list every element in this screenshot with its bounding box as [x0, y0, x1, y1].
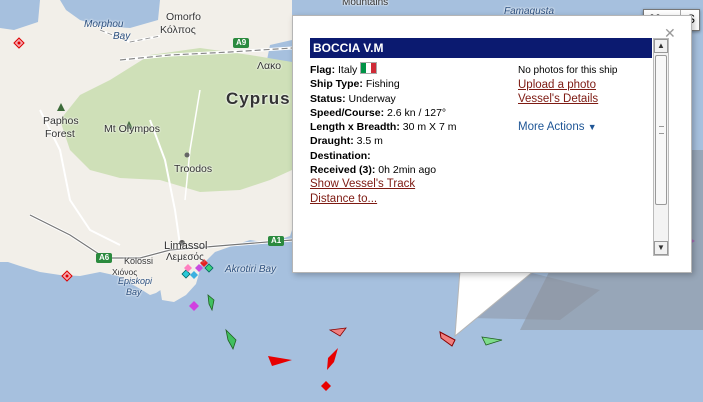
label-kolpos: Κόλπος: [160, 24, 196, 36]
label-episkopi-bay: Bay: [126, 287, 142, 297]
vessel-details-link[interactable]: Vessel's Details: [518, 92, 648, 106]
label-lako: Λακο: [257, 60, 282, 72]
status-value: Underway: [348, 92, 396, 105]
label-troodos: Troodos: [174, 163, 213, 175]
close-icon[interactable]: ✕: [664, 27, 676, 41]
received-row: Received (3): 0h 2min ago: [310, 163, 510, 177]
more-actions-label: More Actions: [518, 121, 585, 133]
label-mt-olympos: Mt Olympos: [104, 123, 161, 135]
label-omorfo: Omorfo: [166, 11, 202, 23]
vessel-name-title: BOCCIA V.M: [310, 38, 652, 58]
draught-label: Draught:: [310, 135, 354, 148]
dimensions-value: 30 m X 7 m: [402, 121, 457, 134]
troodos-marker: [184, 152, 190, 158]
label-morphou-bay: Bay: [113, 31, 131, 42]
draught-row: Draught: 3.5 m: [310, 134, 510, 148]
status-label: Status:: [310, 92, 346, 105]
label-kolossi: Kolossi: [124, 256, 154, 266]
dimensions-label: Length x Breadth:: [310, 121, 400, 134]
vessel-info-popup: BOCCIA V.M Flag: Italy Ship Type: Fishin…: [292, 15, 692, 273]
road-shield-a9: A9: [236, 38, 247, 47]
speed-course-label: Speed/Course:: [310, 106, 385, 119]
received-value: 0h 2min ago: [378, 164, 437, 177]
popup-scrollbar[interactable]: ▲ ▼: [653, 38, 669, 256]
label-paphos-forest: Forest: [45, 128, 75, 140]
no-photos-text: No photos for this ship: [518, 65, 618, 76]
label-mountains: Mountains: [342, 0, 389, 8]
italy-flag-icon: [360, 62, 378, 74]
upload-photo-link[interactable]: Upload a photo: [518, 78, 648, 92]
scroll-down-icon[interactable]: ▼: [654, 241, 668, 255]
label-episkopi: Episkopi: [118, 276, 153, 286]
road-shield-a6: A6: [99, 253, 110, 262]
vessel-details-list: Flag: Italy Ship Type: Fishing Status: U…: [310, 62, 510, 206]
label-paphos: Paphos: [43, 115, 79, 127]
ship-type-label: Ship Type:: [310, 78, 363, 91]
label-lemesos: Λεμεσός: [166, 252, 204, 263]
label-akrotiri-bay: Akrotiri Bay: [225, 264, 277, 275]
draught-value: 3.5 m: [356, 135, 383, 148]
show-vessel-track-link[interactable]: Show Vessel's Track: [310, 177, 510, 191]
destination-row: Destination:: [310, 149, 510, 163]
status-row: Status: Underway: [310, 92, 510, 106]
road-shield-a1: A1: [271, 236, 282, 245]
vessel-actions: No photos for this ship Upload a photo V…: [518, 64, 648, 134]
distance-to-link[interactable]: Distance to...: [310, 192, 510, 206]
label-cyprus: Cyprus: [226, 89, 291, 108]
ship-type-value: Fishing: [365, 78, 400, 91]
received-label: Received (3):: [310, 164, 376, 177]
ship-type-row: Ship Type: Fishing: [310, 77, 510, 91]
dimensions-row: Length x Breadth: 30 m X 7 m: [310, 120, 510, 134]
flag-label: Flag:: [310, 64, 336, 76]
flag-value: Italy: [338, 64, 358, 76]
flag-row: Flag: Italy: [310, 62, 510, 77]
speed-course-row: Speed/Course: 2.6 kn / 127°: [310, 106, 510, 120]
label-morphou: Morphou: [84, 19, 124, 30]
destination-label: Destination:: [310, 149, 371, 162]
label-chionos: Χιόνος: [112, 267, 138, 277]
speed-course-value: 2.6 kn / 127°: [387, 106, 447, 119]
scrollbar-thumb[interactable]: [655, 55, 667, 205]
more-actions-dropdown[interactable]: More Actions ▼: [518, 120, 648, 134]
triangle-down-icon: ▼: [587, 122, 597, 132]
label-limassol: Limassol: [164, 240, 208, 252]
